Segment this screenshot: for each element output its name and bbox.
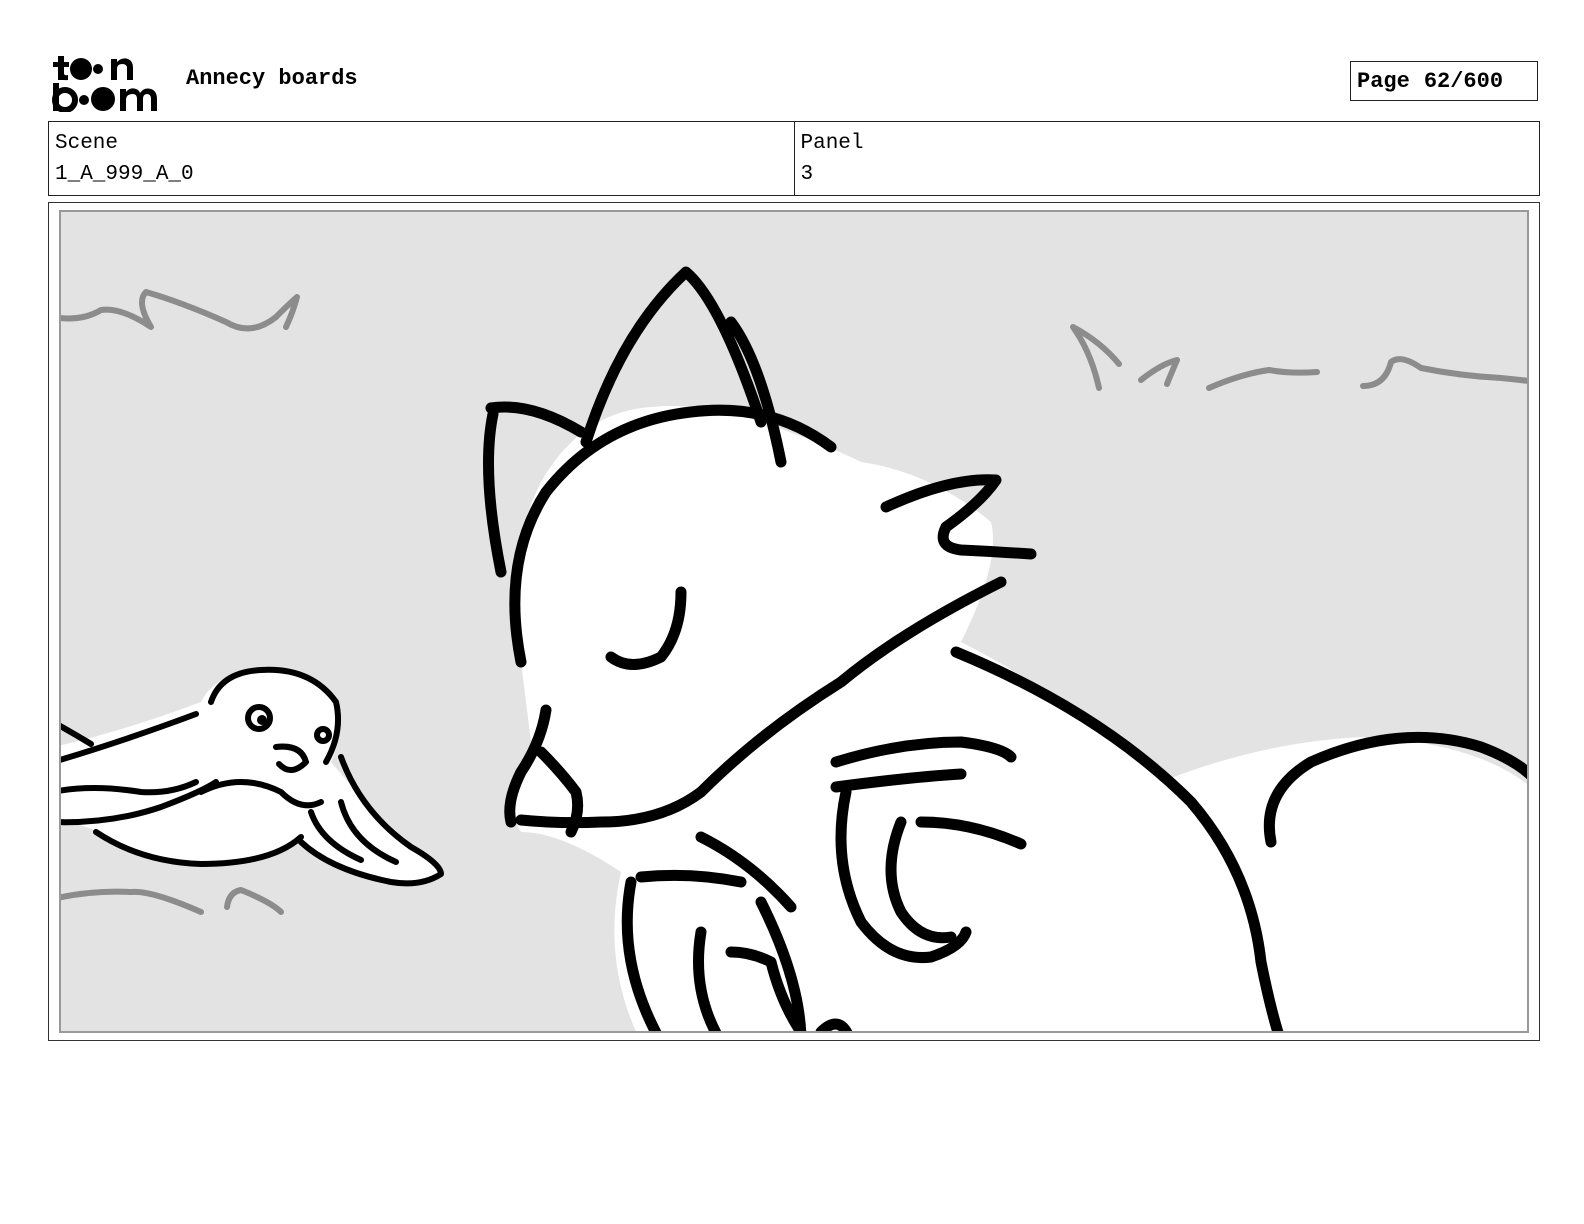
page-indicator: Page 62/600 [1350,61,1538,101]
board-title: Annecy boards [186,66,358,91]
scene-value: 1_A_999_A_0 [55,163,194,186]
panel-value: 3 [800,163,814,186]
storyboard-panel-image [59,210,1529,1033]
panel-label: Panel [800,132,864,155]
scene-label: Scene [55,132,119,155]
toon-boom-logo [52,52,164,113]
page-number: 62/600 [1423,68,1504,94]
sketch-drawing [61,266,1527,1031]
scene-cell: Scene 1_A_999_A_0 [49,122,794,195]
bird-eye-pupil [257,715,267,725]
scene-panel-info: Scene 1_A_999_A_0 Panel 3 [48,121,1540,196]
panel-cell: Panel 3 [793,122,1540,195]
page-label: Page [1357,68,1410,94]
